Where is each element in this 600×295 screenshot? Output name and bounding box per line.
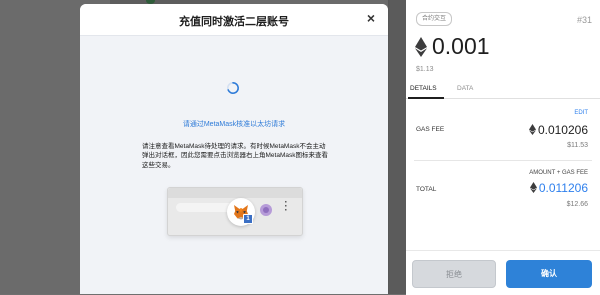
edit-gas-link[interactable]: EDIT [574, 110, 588, 116]
amount-fiat: $1.13 [416, 66, 434, 73]
gas-fee-fiat: $11.53 [567, 142, 588, 149]
metamask-approve-link[interactable]: 请通过MetaMask核准以太坊请求 [80, 119, 388, 129]
background-divider [388, 0, 389, 294]
instruction-text: 请注意查看MetaMask待处理的请求。有时候MetaMask不会主动 弹出对话… [142, 143, 328, 169]
metamask-confirm-panel: 合约交互 #31 0.001 $1.13 DETAILS DATA EDIT G… [406, 0, 600, 295]
tab-data[interactable]: DATA [457, 85, 473, 92]
contract-interaction-pill: 合约交互 [416, 12, 453, 26]
activation-modal: 充值同时激活二层账号 × 请通过MetaMask核准以太坊请求 请注意查看Met… [80, 4, 388, 294]
profile-avatar-inner [263, 207, 269, 213]
transaction-number: #31 [576, 15, 592, 25]
amount-plus-gas-label: AMOUNT + GAS FEE [529, 170, 588, 176]
metamask-extension-highlight: 1 [227, 198, 255, 226]
ethereum-icon [529, 182, 537, 193]
confirm-button[interactable]: 确认 [506, 260, 592, 288]
profile-avatar [260, 204, 272, 216]
background-sidebar [388, 0, 406, 294]
gas-fee-value: 0.010206 [537, 123, 588, 137]
gas-fee-label: GAS FEE [416, 126, 445, 133]
loading-spinner-icon [227, 82, 239, 94]
active-tab-indicator [408, 97, 444, 99]
total-value: 0.011206 [538, 181, 588, 195]
action-footer: 拒绝 确认 [406, 250, 600, 295]
more-vertical-icon: · · · [284, 197, 288, 216]
ethereum-icon [528, 124, 536, 135]
browser-toolbar-illustration: 1 · · · [167, 187, 303, 236]
total-fiat: $12.66 [566, 201, 588, 208]
section-divider [414, 160, 592, 161]
reject-button[interactable]: 拒绝 [412, 260, 496, 288]
illustration-tab-strip [168, 188, 302, 198]
gas-fee-row-value: 0.010206 [528, 123, 588, 137]
amount-value: 0.001 [432, 33, 490, 59]
total-row-value: 0.011206 [529, 181, 588, 195]
pending-count-badge: 1 [243, 214, 253, 224]
detail-tabs: DETAILS DATA [406, 82, 600, 99]
total-label: TOTAL [416, 186, 437, 193]
ethereum-icon [415, 37, 427, 57]
tab-details[interactable]: DETAILS [410, 85, 437, 92]
close-icon[interactable]: × [364, 10, 378, 26]
modal-title: 充值同时激活二层账号 [179, 16, 289, 28]
modal-header: 充值同时激活二层账号 × [80, 4, 388, 36]
